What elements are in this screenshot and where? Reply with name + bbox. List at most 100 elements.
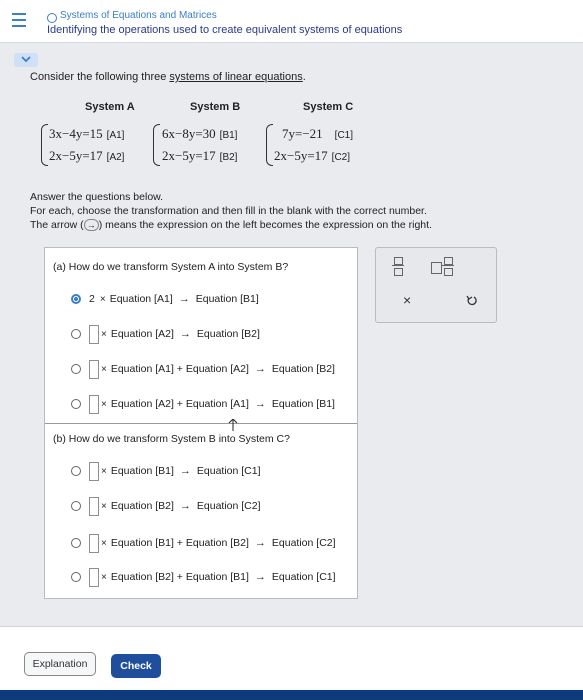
radio-button[interactable] [71, 329, 81, 339]
times-sign: × [101, 465, 107, 477]
equation-b1: 6x−8y=30 [162, 126, 216, 141]
instructions-line-1: Answer the questions below. [30, 191, 164, 203]
coefficient-value: 2 [89, 293, 95, 305]
tag-b1: [B1] [219, 130, 238, 141]
radio-button[interactable] [71, 364, 81, 374]
part-a-option-4[interactable]: × Equation [A2] + Equation [A1] → Equati… [71, 394, 335, 414]
clear-button[interactable]: × [403, 292, 411, 308]
radio-button[interactable] [71, 466, 81, 476]
arrow-icon: → [254, 363, 266, 375]
progress-circle-icon [47, 13, 57, 23]
top-bar: Systems of Equations and Matrices Identi… [0, 0, 583, 43]
option-right: Equation [B1] [271, 398, 335, 410]
times-sign: × [99, 293, 106, 305]
option-right: Equation [C2] [271, 537, 336, 549]
radio-button[interactable] [71, 538, 81, 548]
intro-suffix: . [302, 71, 306, 83]
option-left: Equation [B2] [110, 500, 174, 512]
arrow-icon: → [178, 293, 190, 305]
arrow-icon: → [254, 571, 266, 583]
arrow-icon: → [254, 537, 266, 549]
system-c: 7y=−21 [C1] 2x−5y=17 [C2] [274, 124, 353, 168]
tag-a1: [A1] [106, 130, 125, 141]
times-sign: × [101, 537, 107, 549]
option-right: Equation [B2] [271, 363, 335, 375]
equation-c1: 7y=−21 [282, 126, 323, 141]
times-sign: × [101, 363, 107, 375]
part-a-option-3[interactable]: × Equation [A1] + Equation [A2] → Equati… [71, 359, 335, 379]
radio-button[interactable] [71, 572, 81, 582]
mixed-number-icon[interactable] [442, 256, 454, 276]
times-sign: × [101, 328, 107, 340]
part-a-option-2[interactable]: × Equation [A2] → Equation [B2] [71, 324, 260, 344]
radio-selected[interactable] [71, 294, 81, 304]
arrow-icon: → [179, 465, 191, 477]
number-blank[interactable] [89, 533, 99, 553]
collapse-button[interactable] [14, 53, 38, 67]
instructions-line-3a: The arrow ( [30, 219, 84, 231]
instructions-line-2: For each, choose the transformation and … [30, 205, 427, 217]
tag-c1: [C1] [334, 130, 354, 141]
system-c-brace [266, 124, 273, 166]
option-left: Equation [A2] + Equation [A1] [110, 398, 249, 410]
intro-text: Consider the following three systems of … [30, 71, 306, 83]
fraction-icon[interactable] [392, 256, 404, 276]
part-b-option-3[interactable]: × Equation [B1] + Equation [B2] → Equati… [71, 533, 336, 553]
equation-c2: 2x−5y=17 [274, 148, 328, 163]
radio-button[interactable] [71, 399, 81, 409]
number-blank[interactable] [89, 359, 99, 379]
option-right: Equation [C2] [196, 500, 261, 512]
option-left: Equation [B2] + Equation [B1] [110, 571, 249, 583]
system-a-title: System A [85, 101, 135, 113]
option-right: Equation [C1] [196, 465, 261, 477]
number-blank[interactable] [89, 496, 99, 516]
radio-button[interactable] [71, 501, 81, 511]
option-left: Equation [A2] [110, 328, 174, 340]
arrow-icon: → [83, 219, 99, 231]
equation-a1: 3x−4y=15 [49, 126, 103, 141]
part-b-label: (b) How do we transform System B into Sy… [53, 433, 290, 445]
part-b-option-1[interactable]: × Equation [B1] → Equation [C1] [71, 461, 261, 481]
part-divider [45, 423, 357, 424]
mixed-number-whole-box [431, 262, 442, 274]
chevron-down-icon [21, 56, 31, 63]
instructions-line-3b: ) means the expression on the left becom… [98, 219, 432, 231]
instructions: Answer the questions below. For each, ch… [30, 190, 432, 232]
option-left: Equation [A1] [109, 293, 173, 305]
number-blank[interactable] [89, 324, 99, 344]
intro-prefix: Consider the following three [30, 71, 170, 83]
equation-a2: 2x−5y=17 [49, 148, 103, 163]
number-blank[interactable] [89, 394, 99, 414]
tag-c2: [C2] [331, 152, 351, 163]
number-blank[interactable] [89, 567, 99, 587]
system-a: 3x−4y=15 [A1] 2x−5y=17 [A2] [49, 124, 124, 168]
part-a-option-1[interactable]: 2 × Equation [A1] → Equation [B1] [71, 289, 259, 309]
arrow-icon: → [179, 328, 191, 340]
undo-icon[interactable] [466, 295, 478, 307]
tag-a2: [A2] [106, 152, 125, 163]
option-right: Equation [B2] [196, 328, 260, 340]
system-b-brace [153, 124, 160, 166]
menu-icon[interactable] [12, 12, 26, 28]
times-sign: × [101, 571, 107, 583]
bottom-bar [0, 690, 583, 700]
option-left: Equation [B1] + Equation [B2] [110, 537, 249, 549]
equation-b2: 2x−5y=17 [162, 148, 216, 163]
option-right: Equation [B1] [195, 293, 259, 305]
option-left: Equation [B1] [110, 465, 174, 477]
question-panel: (a) How do we transform System A into Sy… [44, 247, 358, 599]
times-sign: × [101, 398, 107, 410]
math-tools-panel: × [375, 247, 497, 323]
check-button[interactable]: Check [111, 654, 161, 678]
systems-link[interactable]: systems of linear equations [169, 71, 302, 83]
arrow-icon: → [179, 500, 191, 512]
topic-title: Systems of Equations and Matrices [60, 10, 217, 21]
system-b-title: System B [190, 101, 241, 113]
option-left: Equation [A1] + Equation [A2] [110, 363, 249, 375]
number-blank[interactable] [89, 461, 99, 481]
system-a-brace [41, 124, 48, 166]
part-b-option-2[interactable]: × Equation [B2] → Equation [C2] [71, 496, 261, 516]
arrow-icon: → [254, 398, 266, 410]
explanation-button[interactable]: Explanation [24, 652, 96, 676]
part-b-option-4[interactable]: × Equation [B2] + Equation [B1] → Equati… [71, 567, 336, 587]
